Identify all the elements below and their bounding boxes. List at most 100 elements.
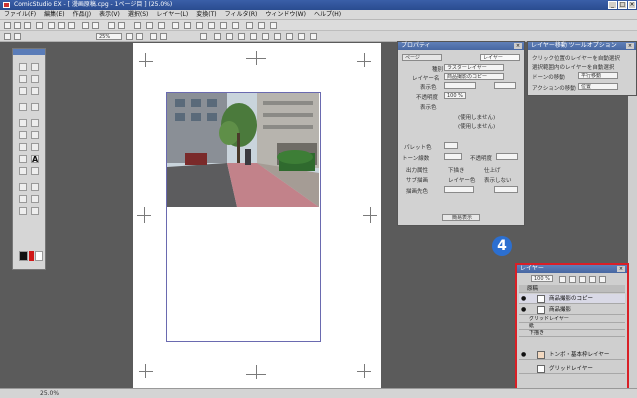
balloon-tool-icon[interactable] — [31, 167, 39, 175]
rotate-tool-icon[interactable] — [19, 103, 27, 111]
zoom-out-icon[interactable] — [118, 22, 125, 29]
layer-name-field[interactable]: 商品撮影のコピー — [444, 73, 504, 80]
close-icon[interactable]: × — [617, 266, 625, 272]
select-tool-icon[interactable] — [31, 63, 39, 71]
action-select[interactable]: 位置 — [578, 83, 618, 90]
history-icon[interactable] — [220, 22, 227, 29]
layer-group-header[interactable]: 原稿 — [519, 285, 625, 293]
layer-row[interactable]: 紙 — [519, 323, 625, 330]
menu-work[interactable]: 作品(J) — [73, 10, 91, 19]
layer-opacity-field[interactable]: 100 % — [531, 275, 553, 282]
fill-tool-icon[interactable] — [31, 143, 39, 151]
street-photo-layer[interactable] — [167, 93, 319, 207]
eye-icon[interactable]: ● — [521, 352, 527, 358]
marker-tool-icon[interactable] — [31, 131, 39, 139]
zoom-field[interactable]: 25% — [96, 33, 122, 40]
tone-icon[interactable] — [258, 22, 265, 29]
delete-layer-icon[interactable] — [599, 276, 606, 283]
maximize-button[interactable]: □ — [618, 1, 627, 9]
blur-tool-icon[interactable] — [19, 207, 27, 215]
ruler-icon[interactable] — [146, 22, 153, 29]
material-icon[interactable] — [232, 22, 239, 29]
menu-transform[interactable]: 変換(T) — [196, 10, 216, 19]
resolution-field[interactable] — [444, 82, 476, 89]
frame-tool-icon[interactable] — [19, 167, 27, 175]
layer-row[interactable]: グリッドレイヤー — [519, 364, 625, 374]
tool-option-icon[interactable] — [196, 22, 203, 29]
snap-icon[interactable] — [214, 33, 221, 40]
grid-icon[interactable] — [158, 22, 165, 29]
brush-tool-icon[interactable] — [19, 131, 27, 139]
new-icon[interactable] — [4, 22, 11, 29]
paste-icon[interactable] — [68, 22, 75, 29]
cut-icon[interactable] — [48, 22, 55, 29]
menu-window[interactable]: ウィンドウ(W) — [265, 10, 306, 19]
line-tool-icon[interactable] — [19, 183, 27, 191]
eye-icon[interactable]: ● — [521, 307, 527, 313]
rotate-icon[interactable] — [134, 22, 141, 29]
polygon-icon[interactable] — [286, 33, 293, 40]
menu-help[interactable]: ヘルプ(H) — [314, 10, 341, 19]
ruler-tool-icon[interactable] — [31, 103, 39, 111]
eye-icon[interactable]: ● — [521, 296, 527, 302]
apply-button[interactable]: 簡易表示 — [442, 214, 480, 221]
close-button[interactable]: × — [628, 1, 636, 9]
output-option-draft[interactable]: 下描き — [448, 166, 465, 174]
menu-filter[interactable]: フィルタ(R) — [225, 10, 258, 19]
merge-layer-icon[interactable] — [589, 276, 596, 283]
opacity-field[interactable]: 100 % — [444, 92, 466, 99]
hand-tool-icon[interactable] — [31, 87, 39, 95]
eyedropper-tool-icon[interactable] — [31, 195, 39, 203]
shape-icon[interactable] — [262, 33, 269, 40]
palette-color-swatch[interactable] — [444, 142, 458, 149]
draw-value-field[interactable] — [494, 186, 518, 193]
menu-select[interactable]: 選択(S) — [128, 10, 149, 19]
spiral-icon[interactable] — [298, 33, 305, 40]
new-layer-icon[interactable] — [559, 276, 566, 283]
close-icon[interactable]: × — [626, 43, 634, 49]
color-icon[interactable] — [246, 22, 253, 29]
output-option-finish[interactable]: 仕上げ — [484, 166, 501, 174]
layer-row[interactable]: ● 商品撮影 — [519, 305, 625, 315]
sub-color-swatch[interactable] — [29, 251, 34, 261]
gradation-tool-icon[interactable] — [31, 183, 39, 191]
copy-icon[interactable] — [58, 22, 65, 29]
pen-tool-icon[interactable] — [19, 119, 27, 127]
pencil-tool-icon[interactable] — [31, 119, 39, 127]
redo-icon[interactable] — [92, 22, 99, 29]
tone-tool-icon[interactable] — [19, 195, 27, 203]
move-tool-icon[interactable] — [19, 63, 27, 71]
hand-icon[interactable] — [4, 33, 11, 40]
layer-row-selected[interactable]: ● 商品撮影のコピー — [519, 294, 625, 304]
help-icon[interactable] — [270, 22, 277, 29]
undo-icon[interactable] — [82, 22, 89, 29]
smudge-tool-icon[interactable] — [31, 207, 39, 215]
tab-layer[interactable]: レイヤー — [480, 54, 520, 61]
transparent-color-swatch[interactable] — [35, 251, 43, 261]
rotate-right-icon[interactable] — [160, 33, 167, 40]
navigator-icon[interactable] — [208, 22, 215, 29]
flip-icon[interactable] — [200, 33, 207, 40]
line-icon[interactable] — [238, 33, 245, 40]
zoom-tool-icon[interactable] — [19, 87, 27, 95]
pattern-brush-icon[interactable] — [19, 155, 27, 163]
zoom-in-icon[interactable] — [108, 22, 115, 29]
main-color-swatch[interactable] — [19, 251, 28, 261]
lasso-tool-icon[interactable] — [19, 75, 27, 83]
minimize-button[interactable]: _ — [608, 1, 617, 9]
zoom-down-icon[interactable] — [126, 33, 133, 40]
guide-icon[interactable] — [226, 33, 233, 40]
close-icon[interactable]: × — [514, 43, 522, 49]
sub-option-color[interactable]: レイヤー色 — [448, 176, 475, 184]
layer-row[interactable]: ● トンボ・基本枠レイヤー — [519, 350, 625, 360]
menu-file[interactable]: ファイル(F) — [4, 10, 36, 19]
menu-view[interactable]: 表示(V) — [99, 10, 120, 19]
ellipse-icon[interactable] — [274, 33, 281, 40]
pattern-icon[interactable] — [310, 33, 317, 40]
text-tool-icon[interactable]: A — [31, 155, 39, 164]
property-panel-icon[interactable] — [184, 22, 191, 29]
duplicate-layer-icon[interactable] — [579, 276, 586, 283]
eraser-tool-icon[interactable] — [19, 143, 27, 151]
mode-select[interactable]: 平行移動 — [578, 72, 618, 79]
open-icon[interactable] — [14, 22, 21, 29]
